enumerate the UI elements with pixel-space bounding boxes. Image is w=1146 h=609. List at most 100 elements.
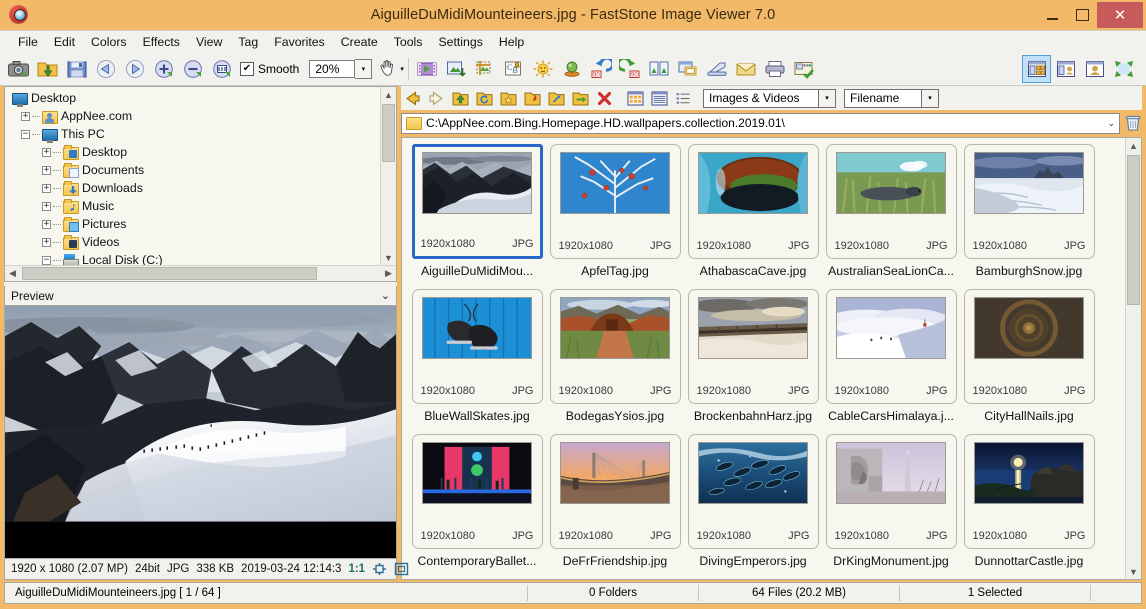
favorites-folder-icon[interactable] [497,87,520,109]
scroll-track[interactable] [1126,153,1141,564]
thumbnail-frame[interactable]: 1920x1080 JPG [549,434,681,549]
delete-icon[interactable] [593,87,616,109]
edit-tags-icon[interactable] [790,54,819,83]
tree-vertical-scrollbar[interactable]: ▲ ▼ [380,87,396,265]
preview-view-icon[interactable] [1080,55,1109,83]
list-item[interactable]: 1920x1080 JPG CableCarsHimalaya.j... [822,289,960,434]
tree-expander[interactable]: + [40,201,53,211]
menu-tools[interactable]: Tools [386,33,431,51]
minimize-button[interactable] [1037,3,1067,27]
print-icon[interactable] [761,54,790,83]
up-folder-icon[interactable] [449,87,472,109]
adjust-lighting-icon[interactable] [529,54,558,83]
thumbnail-frame[interactable]: 1920x1080 JPG [411,434,543,549]
open-folder-icon[interactable] [33,54,62,83]
scroll-track-h[interactable] [20,266,381,281]
email-icon[interactable] [732,54,761,83]
sort-combo[interactable]: Filename ▾ [844,88,939,108]
zoom-out-icon[interactable] [178,54,207,83]
list-item[interactable]: 1920x1080 JPG AiguilleDuMidiMou... [408,144,546,289]
back-arrow-icon[interactable] [401,87,424,109]
hand-tool-caret[interactable]: ▾ [400,65,404,73]
tree-expander[interactable]: + [40,183,53,193]
chevron-double-down-icon[interactable]: ⌄ [381,289,390,302]
crop-icon[interactable] [471,54,500,83]
thumbnail-frame[interactable]: 1920x1080 JPG [549,289,681,404]
menu-create[interactable]: Create [333,33,386,51]
list-item[interactable]: 1920x1080 JPG AustralianSeaLionCa... [822,144,960,289]
compare-icon[interactable] [645,54,674,83]
adjust-colors-icon[interactable]: CB [500,54,529,83]
scroll-thumb-h[interactable] [22,267,317,280]
scroll-right-arrow[interactable]: ▶ [381,266,396,281]
rotate-left-icon[interactable]: 90 [587,54,616,83]
rotate-right-icon[interactable]: 90 [616,54,645,83]
scroll-up-arrow[interactable]: ▲ [381,87,396,102]
file-filter-combo[interactable]: Images & Videos ▾ [703,88,836,108]
zoom-dropdown-caret[interactable]: ▾ [355,58,373,79]
list-item[interactable]: 1920x1080 JPG BamburghSnow.jpg [960,144,1098,289]
list-item[interactable]: 1920x1080 JPG DivingEmperors.jpg [684,434,822,579]
tree-horizontal-scrollbar[interactable]: ◀ ▶ [5,265,396,281]
tree-item-local-disk-c[interactable]: − Local Disk (C:) [7,251,380,265]
tree-item-appnee[interactable]: + AppNee.com [7,107,380,125]
tree-expander[interactable]: − [19,129,32,139]
move-to-folder-icon[interactable] [569,87,592,109]
window-icon[interactable] [674,54,703,83]
hand-tool-group[interactable]: ▾ [378,59,404,78]
scroll-left-arrow[interactable]: ◀ [5,266,20,281]
tree-item-desktop[interactable]: Desktop [7,89,380,107]
list-item[interactable]: 1920x1080 JPG ContemporaryBallet... [408,434,546,579]
slideshow-icon[interactable] [413,54,442,83]
file-filter-caret[interactable]: ▾ [819,88,836,108]
close-button[interactable]: ✕ [1097,2,1143,28]
previous-arrow-icon[interactable] [91,54,120,83]
fullscreen-icon[interactable] [1109,55,1138,83]
thumbnail-browser[interactable]: 1920x1080 JPG AiguilleDuMidiMou... 1920x… [401,137,1142,580]
list-view-icon[interactable] [672,87,695,109]
scroll-thumb[interactable] [382,104,395,162]
tree-item-pictures[interactable]: + Pictures [7,215,380,233]
thumbnail-frame[interactable]: 1920x1080 JPG [963,434,1095,549]
smooth-checkbox-group[interactable]: ✔ Smooth [240,61,299,76]
list-item[interactable]: 1920x1080 JPG DrKingMonument.jpg [822,434,960,579]
list-item[interactable]: 1920x1080 JPG AthabascaCave.jpg [684,144,822,289]
trash-icon[interactable] [1124,113,1142,134]
browser-view-icon[interactable] [1022,54,1051,83]
thumbnail-grid[interactable]: 1920x1080 JPG AiguilleDuMidiMou... 1920x… [402,138,1125,579]
fit-window-icon[interactable] [372,562,387,576]
scroll-up-arrow[interactable]: ▲ [1126,138,1141,153]
address-bar[interactable]: C:\AppNee.com.Bing.Homepage.HD.wallpaper… [401,112,1120,134]
menu-view[interactable]: View [188,33,230,51]
tree-expander[interactable]: + [40,147,53,157]
new-folder-icon[interactable] [521,87,544,109]
tree-expander[interactable]: + [40,165,53,175]
scroll-track[interactable] [381,102,396,250]
save-icon[interactable] [62,54,91,83]
preview-image-area[interactable] [4,306,397,559]
list-item[interactable]: 1920x1080 JPG BrockenbahnHarz.jpg [684,289,822,434]
list-view-icon[interactable] [1051,55,1080,83]
menu-effects[interactable]: Effects [135,33,188,51]
red-eye-icon[interactable] [558,54,587,83]
sort-value[interactable]: Filename [844,88,922,108]
tree-expander[interactable]: + [40,219,53,229]
list-item[interactable]: 1920x1080 JPG DunnottarCastle.jpg [960,434,1098,579]
thumbnail-frame[interactable]: 1920x1080 JPG [825,434,957,549]
tree-item-documents[interactable]: + Documents [7,161,380,179]
thumbnail-frame[interactable]: 1920x1080 JPG [411,289,543,404]
list-item[interactable]: 1920x1080 JPG BlueWallSkates.jpg [408,289,546,434]
tree-item-downloads[interactable]: + Downloads [7,179,380,197]
smooth-checkbox[interactable]: ✔ [240,61,254,76]
menu-file[interactable]: File [10,33,46,51]
detail-view-icon[interactable] [648,87,671,109]
list-item[interactable]: 1920x1080 JPG BodegasYsios.jpg [546,289,684,434]
menu-edit[interactable]: Edit [46,33,83,51]
thumbnail-frame[interactable]: 1920x1080 JPG [411,144,543,259]
list-item[interactable]: 1920x1080 JPG ApfelTag.jpg [546,144,684,289]
zoom-in-icon[interactable] [149,54,178,83]
menu-tag[interactable]: Tag [230,33,266,51]
next-arrow-icon[interactable] [120,54,149,83]
zoom-level-value[interactable]: 20% [309,59,356,78]
thumbnail-frame[interactable]: 1920x1080 JPG [963,289,1095,404]
